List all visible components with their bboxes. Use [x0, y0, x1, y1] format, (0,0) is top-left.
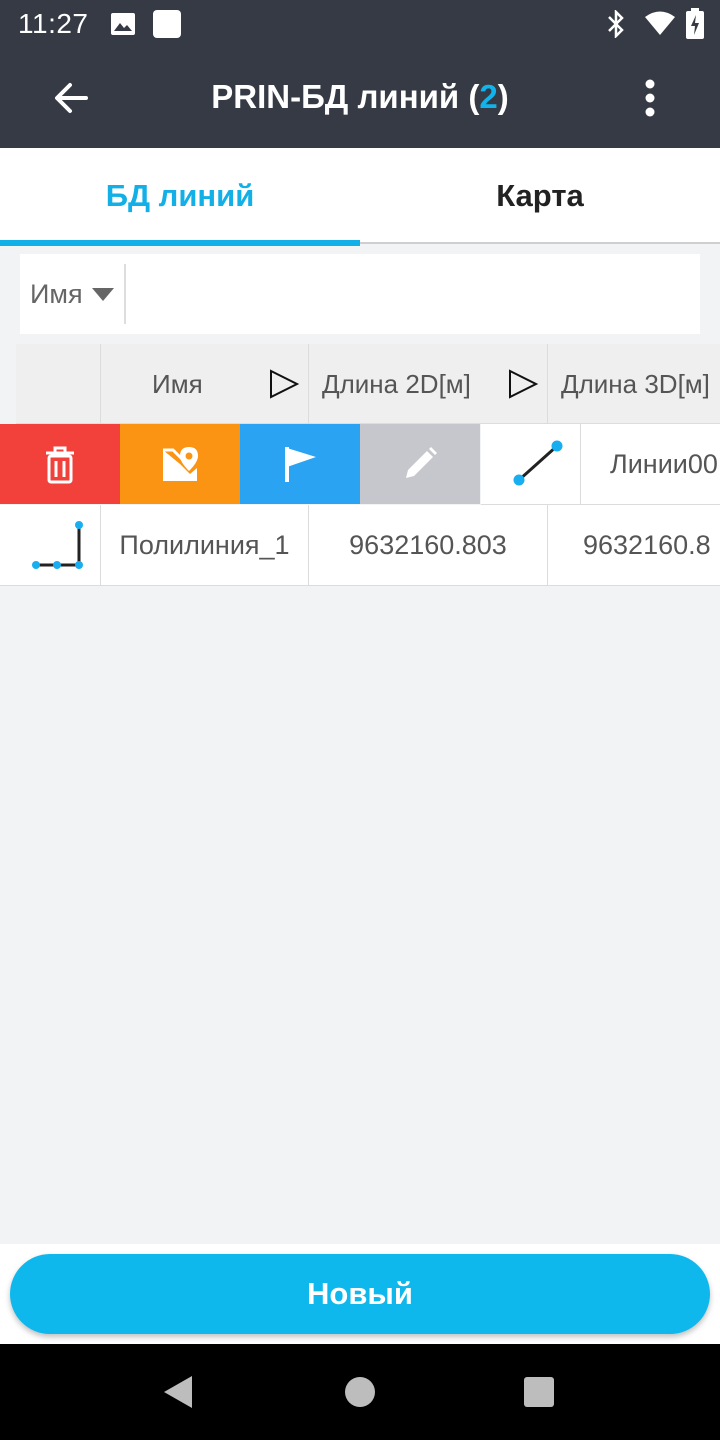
line-icon — [513, 440, 563, 486]
table-row-length-2d[interactable]: 9632160.803 — [309, 505, 548, 586]
column-header-length-2d-label: Длина 2D[м] — [322, 369, 471, 399]
app-bar: PRIN-БД линий (2) — [0, 48, 720, 148]
page-title-suffix: ) — [497, 78, 509, 115]
nav-back-icon[interactable] — [160, 1374, 196, 1410]
bottom-action-area: Новый — [0, 1244, 720, 1344]
column-header-length-3d[interactable]: Длина 3D[м] — [548, 344, 720, 424]
record-count: 2 — [479, 78, 498, 115]
nav-home-icon[interactable] — [344, 1376, 376, 1408]
table-row-icon-cell[interactable] — [0, 505, 101, 586]
search-field-selector[interactable]: Имя — [30, 254, 83, 334]
new-button[interactable]: Новый — [10, 1254, 710, 1334]
table-row-name[interactable]: Линии00 — [581, 424, 720, 505]
more-vertical-icon[interactable] — [630, 78, 670, 118]
column-header-name[interactable]: Имя — [101, 344, 309, 424]
bluetooth-icon — [608, 10, 624, 38]
table-row-icon-cell[interactable] — [481, 424, 581, 505]
battery-charging-icon — [686, 8, 704, 39]
table-row-name[interactable]: Полилиния_1 — [101, 505, 309, 586]
sort-arrow-icon[interactable] — [507, 368, 539, 400]
search-input[interactable] — [132, 264, 692, 324]
status-time: 11:27 — [18, 8, 89, 39]
square-notification-icon — [153, 10, 181, 38]
column-header-length-2d[interactable]: Длина 2D[м] — [309, 344, 548, 424]
map-pin-icon — [163, 447, 198, 481]
page-title: PRIN-БД линий (2) — [0, 78, 720, 116]
flag-button[interactable] — [240, 424, 360, 504]
lines-table: Имя Длина 2D[м] Длина 3D[м] Линии00 Поли… — [0, 344, 720, 586]
sort-arrow-icon[interactable] — [268, 368, 300, 400]
search-divider — [124, 264, 126, 324]
tab-bar: БД линий Карта — [0, 148, 720, 246]
caret-down-icon[interactable] — [92, 288, 114, 301]
search-bar: Имя — [20, 254, 700, 334]
pencil-icon — [406, 447, 437, 478]
column-header-length-3d-label: Длина 3D[м] — [561, 369, 710, 399]
tab-lines-db[interactable]: БД линий — [0, 148, 360, 246]
edit-button[interactable] — [360, 424, 480, 504]
image-icon — [111, 13, 135, 35]
trash-icon — [46, 446, 74, 484]
column-header-icon — [16, 344, 101, 424]
flag-icon — [285, 447, 316, 482]
polyline-icon — [32, 521, 83, 569]
status-bar: 11:27 — [0, 0, 720, 48]
wifi-icon — [645, 11, 675, 35]
table-row-length-3d[interactable]: 9632160.8 — [548, 505, 720, 586]
page-title-text: PRIN-БД линий ( — [211, 78, 480, 115]
tab-map[interactable]: Карта — [360, 148, 720, 244]
locate-on-map-button[interactable] — [120, 424, 240, 504]
delete-button[interactable] — [0, 424, 120, 504]
nav-recents-icon[interactable] — [524, 1377, 554, 1407]
column-header-name-label: Имя — [152, 369, 203, 399]
system-nav-bar — [0, 1344, 720, 1440]
